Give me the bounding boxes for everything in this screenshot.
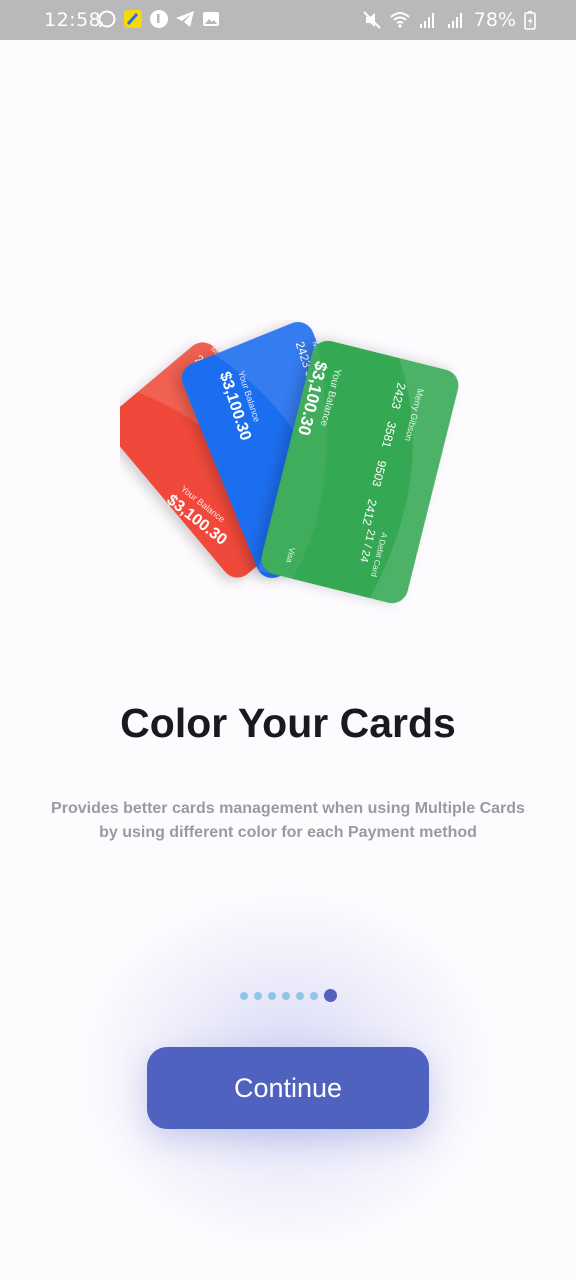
page-dot-active bbox=[323, 989, 337, 1002]
page-title: Color Your Cards bbox=[120, 700, 456, 746]
battery-charging-icon bbox=[524, 11, 536, 30]
page-description: Provides better cards management when us… bbox=[30, 797, 546, 845]
page-dot bbox=[239, 991, 248, 1000]
page-dot bbox=[281, 991, 290, 1000]
status-bar: 12:58 78% bbox=[0, 0, 576, 40]
description-line-1: Provides better cards management when us… bbox=[51, 800, 525, 817]
signal-icon bbox=[419, 13, 434, 28]
messenger-icon bbox=[150, 10, 168, 28]
page-dot bbox=[295, 991, 304, 1000]
description-line-2: by using different color for each Paymen… bbox=[99, 824, 477, 841]
system-status: 78% bbox=[362, 9, 536, 31]
notification-icons bbox=[97, 9, 221, 29]
page-dot bbox=[267, 991, 276, 1000]
page-indicator bbox=[0, 989, 576, 1002]
page-dot bbox=[253, 991, 262, 1000]
telegram-icon bbox=[176, 11, 194, 27]
battery-percent: 78% bbox=[473, 9, 516, 31]
signal-icon bbox=[447, 13, 462, 28]
page-dot bbox=[309, 991, 318, 1000]
status-time: 12:58 bbox=[44, 9, 102, 31]
app-notification-icon bbox=[124, 10, 142, 28]
gallery-icon bbox=[203, 12, 219, 26]
continue-button[interactable]: Continue bbox=[147, 1047, 429, 1129]
mute-icon bbox=[363, 11, 381, 29]
wifi-icon bbox=[390, 12, 410, 28]
cards-illustration: Your Balance $3,100.30 Merry 2423 Your B… bbox=[120, 320, 460, 607]
whatsapp-icon bbox=[98, 10, 116, 28]
